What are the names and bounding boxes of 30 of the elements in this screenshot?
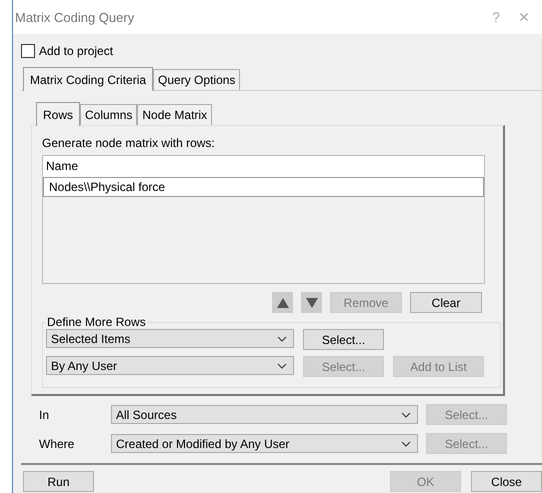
chevron-icon (277, 336, 287, 342)
dropdown[interactable]: By Any User (46, 356, 294, 375)
tab[interactable]: Rows (36, 102, 80, 126)
tab[interactable]: Matrix Coding Criteria (23, 67, 154, 91)
chevron-icon (401, 440, 411, 446)
chevron-icon (401, 412, 411, 418)
list-button[interactable]: Clear (410, 292, 482, 313)
down-triangle-icon (306, 298, 318, 308)
dropdown[interactable]: Selected Items (46, 329, 294, 348)
filter-label: Where (38, 436, 76, 450)
move-down-button[interactable] (301, 292, 322, 313)
list-item[interactable]: Nodes\\Physical force (43, 177, 484, 197)
tab[interactable]: Node Matrix (137, 104, 212, 125)
filter-label: In (38, 408, 50, 422)
dropdown[interactable]: All Sources (111, 405, 418, 424)
window-title: Matrix Coding Query (15, 10, 136, 24)
dropdown[interactable]: Created or Modified by Any User (111, 434, 418, 453)
tab[interactable]: Query Options (153, 69, 240, 90)
select-button[interactable]: Select... (303, 329, 384, 350)
move-up-button[interactable] (272, 292, 293, 313)
chevron-icon (277, 362, 287, 368)
checkbox-label: Add to project (39, 44, 114, 58)
column-header: Name (43, 156, 484, 177)
dialog-button[interactable]: Run (23, 471, 94, 492)
up-triangle-icon (276, 298, 288, 308)
list-caption: Generate node matrix with rows: (42, 136, 216, 150)
group-title: Define More Rows (46, 315, 147, 329)
tab[interactable]: Columns (80, 104, 138, 125)
checkbox[interactable] (21, 44, 35, 58)
dialog-button[interactable]: Close (471, 471, 542, 492)
